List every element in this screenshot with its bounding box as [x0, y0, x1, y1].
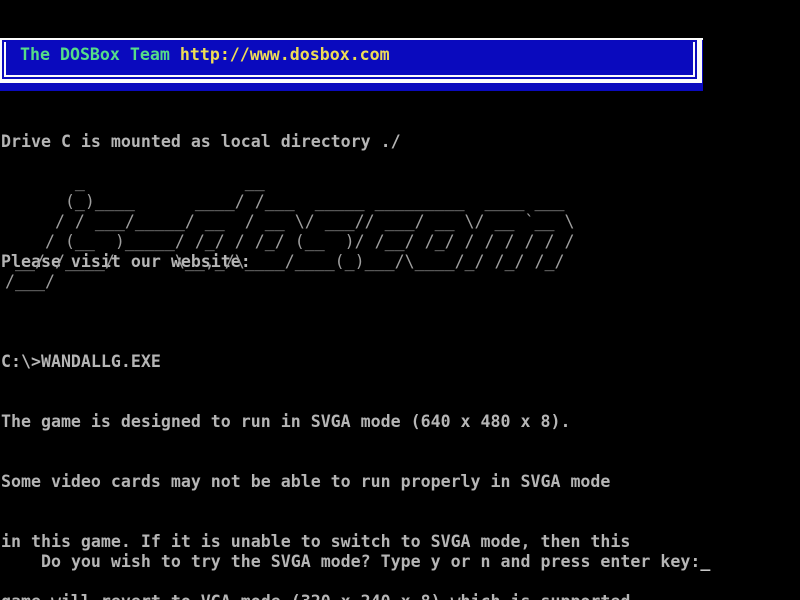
banner-border-right-outer [697, 40, 702, 83]
banner-border-left-outer [0, 40, 2, 83]
banner-border-right-inner [693, 42, 695, 77]
jsdos-ascii-logo: _ __ (_)____ ____/ /___ _____ _________ … [5, 172, 574, 292]
command-line: C:\>WANDALLG.EXE [1, 352, 650, 372]
console-line: Some video cards may not be able to run … [1, 472, 650, 492]
prompt-text: Do you wish to try the SVGA mode? Type y… [41, 552, 700, 571]
ascii-art-line: /___/ [5, 272, 574, 292]
banner-border-left-inner [4, 42, 6, 77]
ascii-art-line: / / ___/_____/ __ / __ \/ ___// ___/ __ … [5, 212, 574, 232]
ascii-art-line: __/ /____/ \__,_/\____/____(_)___/\____/… [5, 252, 574, 272]
ascii-art-line: (_)____ ____/ /___ _____ _________ ____ … [5, 192, 574, 212]
console-line: The game is designed to run in SVGA mode… [1, 412, 650, 432]
dosbox-team-text: The DOSBox Team [20, 45, 180, 64]
svga-prompt-line[interactable]: Do you wish to try the SVGA mode? Type y… [1, 532, 710, 592]
dosbox-banner: The DOSBox Team http://www.dosbox.com [0, 40, 703, 91]
banner-border-bottom-inner [5, 75, 695, 77]
console-line: game will revert to VGA mode (320 x 240 … [1, 592, 650, 600]
dosbox-website-url: http://www.dosbox.com [180, 45, 390, 64]
banner-title: The DOSBox Team http://www.dosbox.com [20, 45, 390, 65]
console-line: Drive C is mounted as local directory ./ [1, 132, 401, 152]
banner-border-bottom-outer [0, 79, 702, 83]
ascii-art-line: _ __ [5, 172, 574, 192]
text-cursor[interactable]: _ [700, 552, 710, 571]
dos-console-screen[interactable]: The DOSBox Team http://www.dosbox.com Dr… [0, 0, 800, 600]
ascii-art-line: / (__ )_____/ /_/ / /_/ (__ )/ /__/ /_/ … [5, 232, 574, 252]
